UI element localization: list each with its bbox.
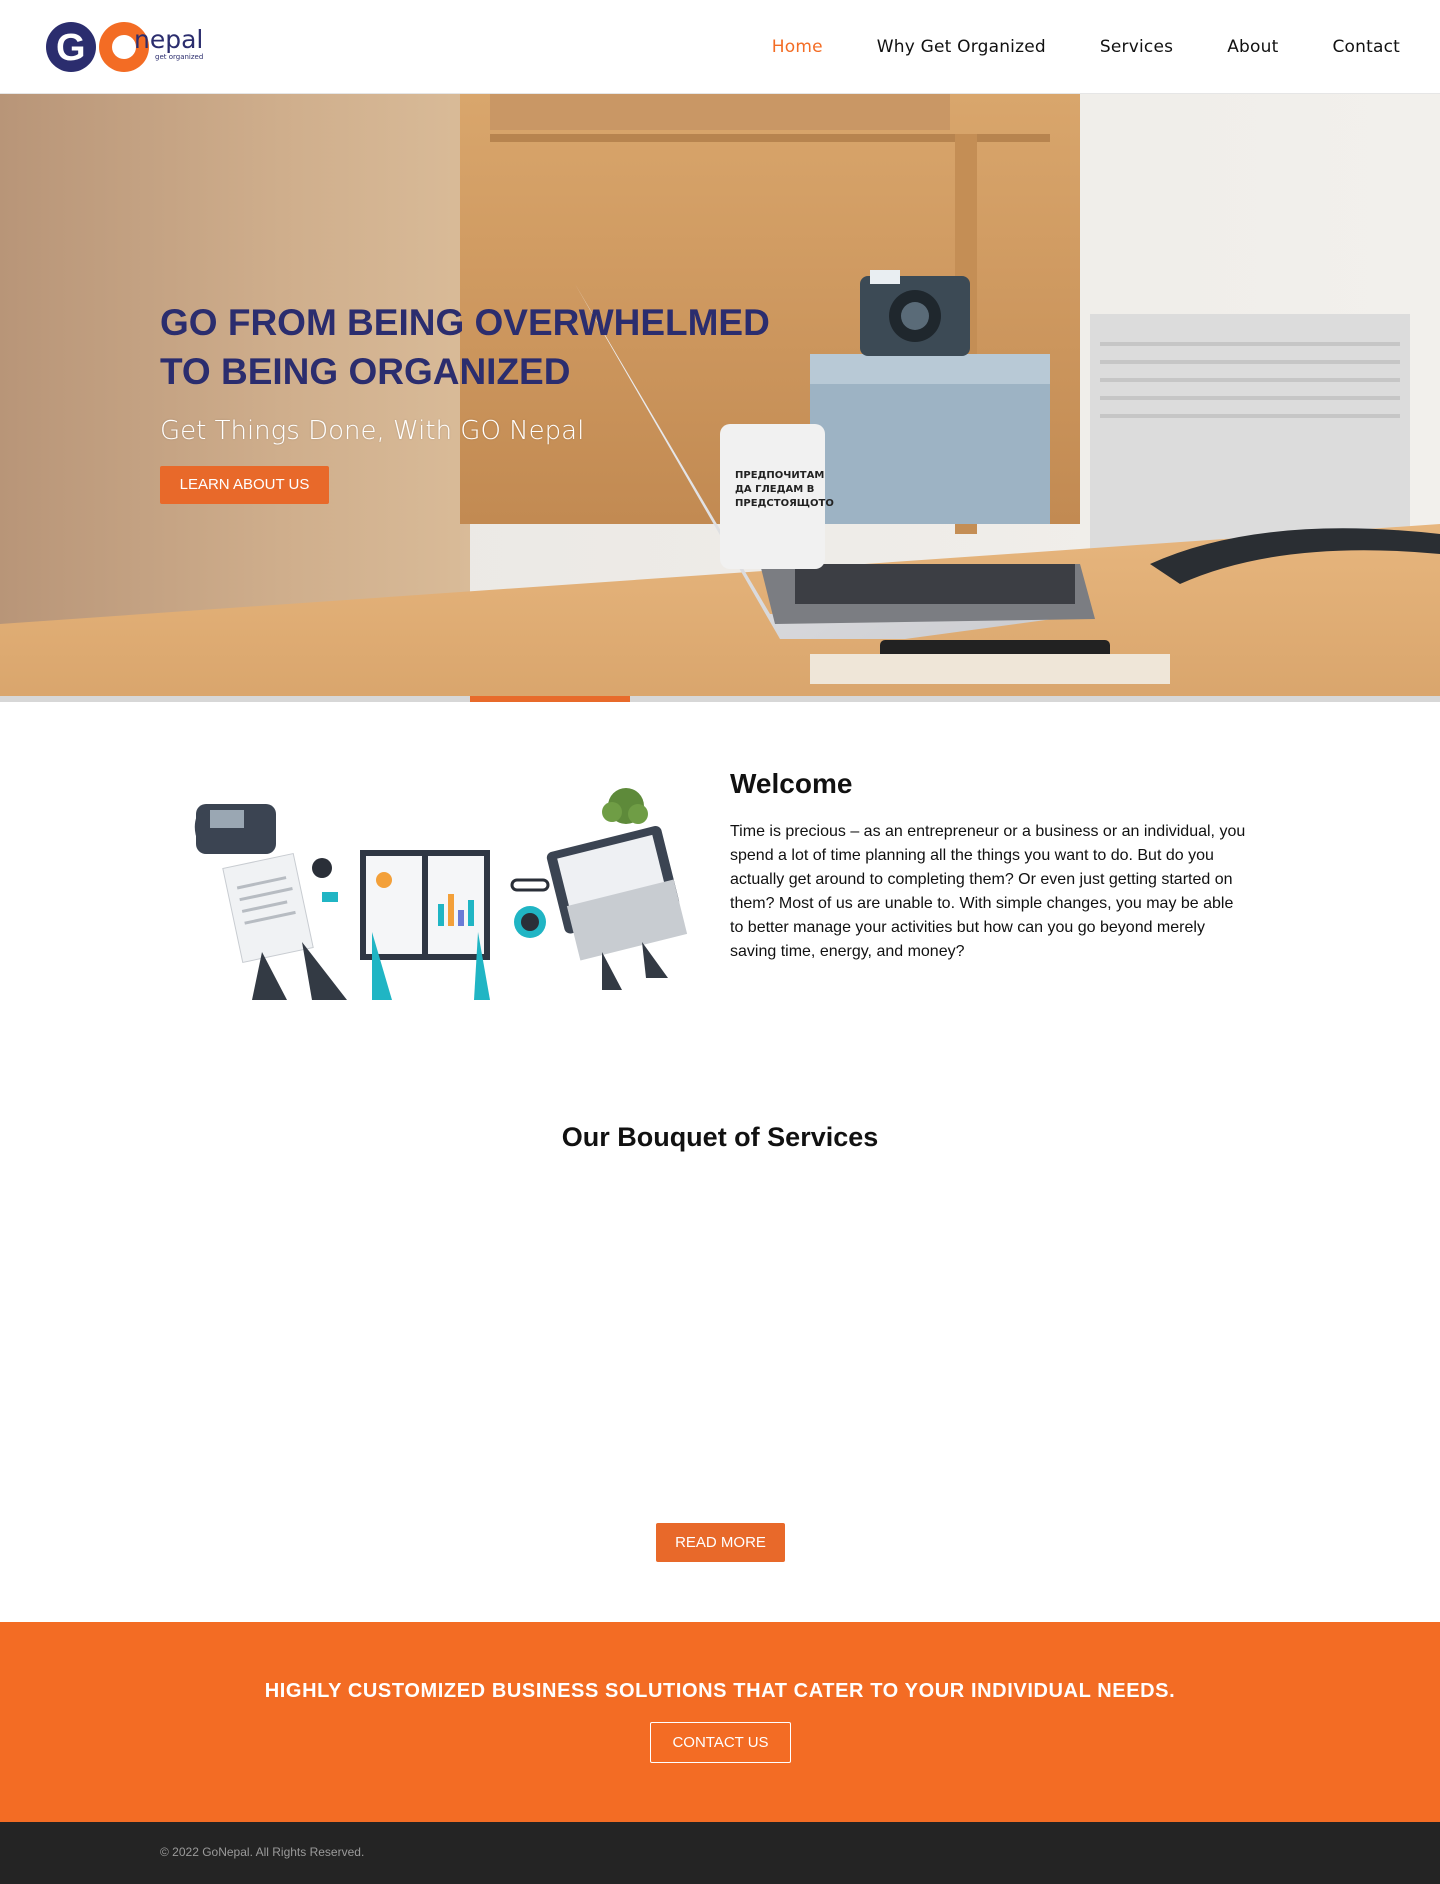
services-title: Our Bouquet of Services xyxy=(561,1122,879,1152)
nav-about[interactable]: About xyxy=(1227,37,1278,57)
site-footer: © 2022 GoNepal. All Rights Reserved. xyxy=(0,1822,1440,1884)
contact-us-button[interactable]: CONTACT US xyxy=(650,1722,791,1763)
nav-contact[interactable]: Contact xyxy=(1332,37,1400,57)
read-more-button[interactable]: READ MORE xyxy=(656,1523,785,1562)
learn-about-us-button[interactable]: LEARN ABOUT US xyxy=(160,466,329,504)
cta-band: HIGHLY CUSTOMIZED BUSINESS SOLUTIONS THA… xyxy=(0,1622,1440,1822)
main-nav: Home Why Get Organized Services About Co… xyxy=(718,0,1400,94)
logo-go-text: G xyxy=(56,27,86,69)
welcome-section: Welcome Time is precious – as an entrepr… xyxy=(730,768,1250,964)
document-icon xyxy=(222,852,314,964)
hero-title: GO FROM BEING OVERWHELMED TO BEING ORGAN… xyxy=(160,298,800,396)
cta-title: HIGHLY CUSTOMIZED BUSINESS SOLUTIONS THA… xyxy=(264,1680,1176,1702)
logo-tagline: get organized xyxy=(155,53,203,61)
hero-title-line1: GO FROM BEING OVERWHELMED xyxy=(160,302,770,343)
nav-home[interactable]: Home xyxy=(772,37,823,57)
nav-why-get-organized[interactable]: Why Get Organized xyxy=(877,37,1046,57)
welcome-title: Welcome xyxy=(730,768,853,799)
footer-copyright: © 2022 GoNepal. All Rights Reserved. xyxy=(160,1845,365,1859)
welcome-illustration xyxy=(194,788,688,1000)
nav-services[interactable]: Services xyxy=(1100,37,1173,57)
site-header: G nepal get organized Home Why Get Organ… xyxy=(0,0,1440,94)
glasses-icon xyxy=(510,878,550,892)
hero-subtitle: Get Things Done, With GO Nepal xyxy=(160,416,585,446)
hero-content: GO FROM BEING OVERWHELMED TO BEING ORGAN… xyxy=(160,298,800,504)
welcome-body: Time is precious – as an entrepreneur or… xyxy=(730,823,1246,960)
hero-title-line2: TO BEING ORGANIZED xyxy=(160,351,571,392)
hero-section: ПРЕДПОЧИТАМ ДА ГЛЕДАМ В ПРЕДСТОЯЩОТО GO … xyxy=(0,94,1440,702)
logo-name: nepal xyxy=(134,25,203,54)
site-logo[interactable]: G nepal get organized xyxy=(42,20,212,74)
logo-o-hole xyxy=(112,35,136,59)
